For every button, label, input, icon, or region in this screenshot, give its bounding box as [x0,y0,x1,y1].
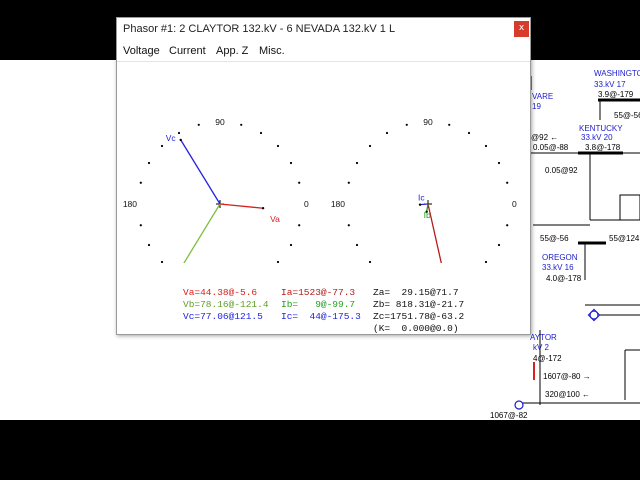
dial-tick-dot [298,224,301,227]
readout-ia: Ia=1523@-77.3 [281,287,356,298]
phasor-vc [180,139,221,205]
dial-label-right: 0 [512,199,517,209]
dial-tick-dot [368,144,372,148]
oneline-label: 33.kV 16 [542,263,574,272]
dial-tick-dot [347,224,350,227]
dial-tick-dot [484,144,488,148]
oneline-label: kV 2 [533,343,550,352]
oneline-label: 33.kV 17 [594,80,626,89]
oneline-label: 4.0@-178 [546,274,582,283]
menu-bar: Voltage Current App. Z Misc. [117,43,530,60]
readout-vb: Vb=78.16@-121.4 [183,299,269,310]
dial-tick-dot [467,131,471,135]
dial-label-right: 0 [304,199,309,209]
dial-label-top: 90 [423,117,433,127]
phasor-label-va: Va [270,214,280,224]
dial-tick-dot [240,123,243,126]
dial-label-left: 180 [331,199,345,209]
dial-tick-dot [506,181,509,184]
readout-k-factor: (K= 0.000@0.0) [373,323,459,334]
dial-tick-dot [385,131,389,135]
menu-separator [117,61,530,62]
readout-ib: Ib= 9@-99.7 [281,299,356,310]
oneline-label: 0.05@92 [545,166,578,175]
phasor-tip-vc [179,138,182,142]
oneline-label: 1607@-80 → [543,372,591,381]
dial-tick-dot [368,260,372,263]
close-button[interactable]: x [514,21,529,37]
oneline-label: 55@124 [609,234,640,243]
oneline-label: 320@100 ← [545,390,591,399]
dial-tick-dot [497,161,501,165]
phasor-label-vc: Vc [166,133,177,143]
voltage-phasor-dial: 90-901800VaVbVc [123,117,309,263]
phasor-tip-va [261,207,265,210]
oneline-label: AYTOR [530,333,557,342]
readout-vc: Vc=77.06@121.5 [183,311,263,322]
readout-va: Va=44.38@-5.6 [183,287,258,298]
phasor-dialog[interactable]: Phasor #1: 2 CLAYTOR 132.kV - 6 NEVADA 1… [116,17,531,335]
dial-tick-dot [289,243,293,247]
oneline-label: 3.9@-179 [598,90,634,99]
dial-tick-dot [147,243,151,247]
dial-tick-dot [355,243,359,247]
phasor-label-ib: Ib [424,210,431,220]
dial-tick-dot [347,181,350,184]
phasor-vb [183,203,221,263]
menu-app-z[interactable]: App. Z [216,45,248,57]
dialog-titlebar[interactable]: Phasor #1: 2 CLAYTOR 132.kV - 6 NEVADA 1… [117,18,530,41]
dial-tick-dot [139,224,142,227]
oneline-label: 55@-56 [540,234,569,243]
dial-tick-dot [298,181,301,184]
dial-tick-dot [259,131,263,135]
oneline-label: WASHINGTO [594,69,640,78]
phasor-label-ic: Ic [418,193,425,203]
oneline-label: KENTUCKY [579,124,623,133]
current-phasor-dial: 90-901800IaIbIc [331,117,517,263]
dial-tick-dot [160,144,164,148]
oneline-label: 3.8@-178 [585,143,621,152]
dial-tick-dot [177,131,181,135]
dial-label-top: 90 [215,117,225,127]
oneline-label: @92 ← [531,133,559,142]
dial-tick-dot [160,260,164,263]
dial-tick-dot [197,123,200,126]
dial-tick-dot [139,181,142,184]
phasor-tip-ic [418,203,422,206]
oneline-label: 4@-172 [533,354,562,363]
dial-label-left: 180 [123,199,137,209]
oneline-label: 19 [532,102,541,111]
oneline-label: OREGON [542,253,578,262]
readout-zc: Zc=1751.78@-63.2 [373,311,465,322]
phasor-plots: 90-901800VaVbVc 90-901800IaIbIc [123,117,517,263]
dial-tick-dot [448,123,451,126]
oneline-label: 0.05@-88 [533,143,569,152]
dial-tick-dot [405,123,408,126]
dial-tick-dot [484,260,488,263]
dial-tick-dot [506,224,509,227]
dial-tick-dot [355,161,359,165]
dial-tick-dot [497,243,501,247]
menu-voltage[interactable]: Voltage [123,45,160,57]
oneline-label: VARE [532,92,554,101]
phasor-va [219,203,264,209]
oneline-label: 33.kV 20 [581,133,613,142]
menu-misc[interactable]: Misc. [259,45,285,57]
dialog-title: Phasor #1: 2 CLAYTOR 132.kV - 6 NEVADA 1… [123,23,396,35]
dial-tick-dot [276,144,280,148]
dial-tick-dot [147,161,151,165]
oneline-label: 55@-56 [614,111,640,120]
menu-current[interactable]: Current [169,45,206,57]
dial-tick-dot [276,260,280,263]
readout-ic: Ic= 44@-175.3 [281,311,361,322]
dial-tick-dot [289,161,293,165]
readout-zb: Zb= 818.31@-21.7 [373,299,465,310]
oneline-label: 1067@-82 [490,411,528,420]
readout-za: Za= 29.15@71.7 [373,287,459,298]
